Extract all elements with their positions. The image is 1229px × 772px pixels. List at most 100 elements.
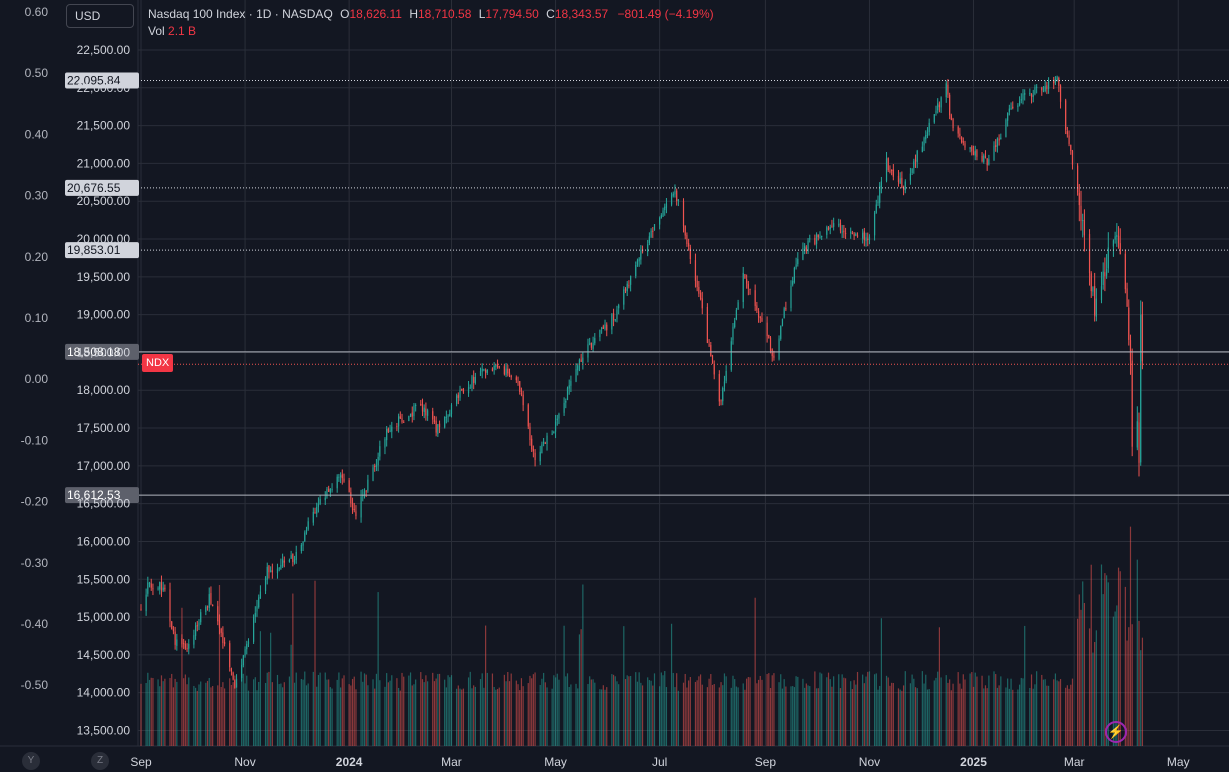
volume-bar <box>831 686 833 746</box>
candle-body <box>815 234 818 244</box>
candle-body <box>391 426 393 432</box>
candle-body <box>1058 77 1060 86</box>
volume-bar <box>181 607 183 746</box>
candle-body <box>457 394 459 399</box>
candle-body <box>1088 234 1091 274</box>
volume-bar <box>926 689 929 746</box>
candle-body <box>889 170 891 172</box>
candle-body <box>701 298 703 309</box>
volume-bar <box>928 689 930 746</box>
z-axis-toggle-button[interactable]: Z <box>91 752 109 770</box>
legend-high-label: H <box>409 7 418 21</box>
volume-bar <box>865 676 867 746</box>
volume-bar <box>949 679 951 746</box>
lightning-icon[interactable]: ⚡ <box>1105 721 1127 743</box>
candle-body <box>1090 273 1092 292</box>
volume-bar <box>911 674 913 746</box>
candle-body <box>558 413 560 419</box>
y-axis-toggle-button[interactable]: Y <box>22 752 40 770</box>
chart-canvas[interactable]: 22,095.8420,676.5519,853.0118,508.1816,6… <box>0 0 1229 772</box>
volume-bar <box>935 677 937 746</box>
candle-body <box>575 368 577 382</box>
volume-bar <box>432 672 434 746</box>
volume-bar <box>247 690 250 746</box>
candle-body <box>566 387 569 401</box>
volume-bar <box>242 673 244 746</box>
candle-body <box>387 428 389 432</box>
volume-bar <box>152 677 154 746</box>
volume-bar <box>252 679 255 746</box>
candle-body <box>873 212 876 236</box>
candle-body <box>853 233 855 237</box>
volume-bar <box>1129 526 1132 746</box>
candle-body <box>181 638 183 645</box>
volume-bar <box>401 672 403 746</box>
candle-body <box>766 322 768 337</box>
volume-bar <box>662 675 664 746</box>
candle-body <box>169 589 171 622</box>
candle-body <box>885 158 888 181</box>
candle-body <box>749 288 751 290</box>
volume-bar <box>638 672 640 746</box>
candle-body <box>802 248 804 260</box>
volume-bar <box>556 673 558 746</box>
volume-bar <box>546 687 548 746</box>
volume-bar <box>599 689 601 746</box>
candle-body <box>230 668 233 672</box>
candle-body <box>648 236 650 244</box>
volume-bar <box>532 674 534 746</box>
volume-bar <box>1128 627 1130 746</box>
volume-bar <box>164 678 166 746</box>
volume-bar <box>838 674 840 746</box>
candle-body <box>172 629 175 632</box>
volume-bar <box>914 687 917 746</box>
candle-body <box>495 364 497 367</box>
volume-bar <box>515 680 517 746</box>
volume-bar <box>983 688 985 746</box>
candle-body <box>328 488 330 492</box>
volume-bar <box>851 689 854 746</box>
candle-body <box>781 318 784 326</box>
candle-body <box>481 368 483 372</box>
volume-bar <box>495 689 497 746</box>
volume-bar <box>897 688 900 746</box>
candle-body <box>539 451 541 462</box>
candle-body <box>196 625 198 627</box>
legend-symbol[interactable]: Nasdaq 100 Index <box>148 7 245 21</box>
volume-bar <box>901 690 903 746</box>
volume-bar <box>493 686 495 746</box>
volume-bar <box>210 687 212 746</box>
volume-bar <box>722 685 724 746</box>
volume-bar <box>713 684 715 746</box>
candle-body <box>1008 108 1010 112</box>
volume-bar <box>266 672 268 746</box>
candle-body <box>212 604 214 606</box>
candle-body <box>515 377 517 381</box>
volume-bar <box>873 674 876 746</box>
volume-bar <box>604 689 606 746</box>
volume-bar <box>246 675 248 746</box>
volume-bar <box>387 682 389 746</box>
legend-exchange: NASDAQ <box>282 7 333 21</box>
volume-bar <box>171 673 173 746</box>
currency-selector[interactable]: USD <box>66 4 134 28</box>
volume-bar <box>612 674 615 746</box>
volume-bar <box>780 674 782 746</box>
volume-bar <box>498 687 500 746</box>
volume-bar <box>699 674 702 746</box>
volume-bar <box>280 683 282 746</box>
candle-body <box>200 612 202 623</box>
candle-body <box>594 338 596 344</box>
candle-body <box>162 587 164 591</box>
candle-body <box>1007 112 1009 121</box>
candle-body <box>797 258 799 265</box>
volume-bar <box>1017 689 1019 746</box>
candle-body <box>602 326 604 329</box>
candle-body <box>467 386 470 394</box>
volume-bar <box>1082 581 1084 746</box>
volume-bar <box>887 677 889 746</box>
volume-bar <box>1041 674 1043 746</box>
legend-ohlc-row: Nasdaq 100 Index · 1D · NASDAQ O18,626.1… <box>148 7 714 21</box>
volume-bar <box>140 683 142 746</box>
candle-body <box>367 479 369 491</box>
